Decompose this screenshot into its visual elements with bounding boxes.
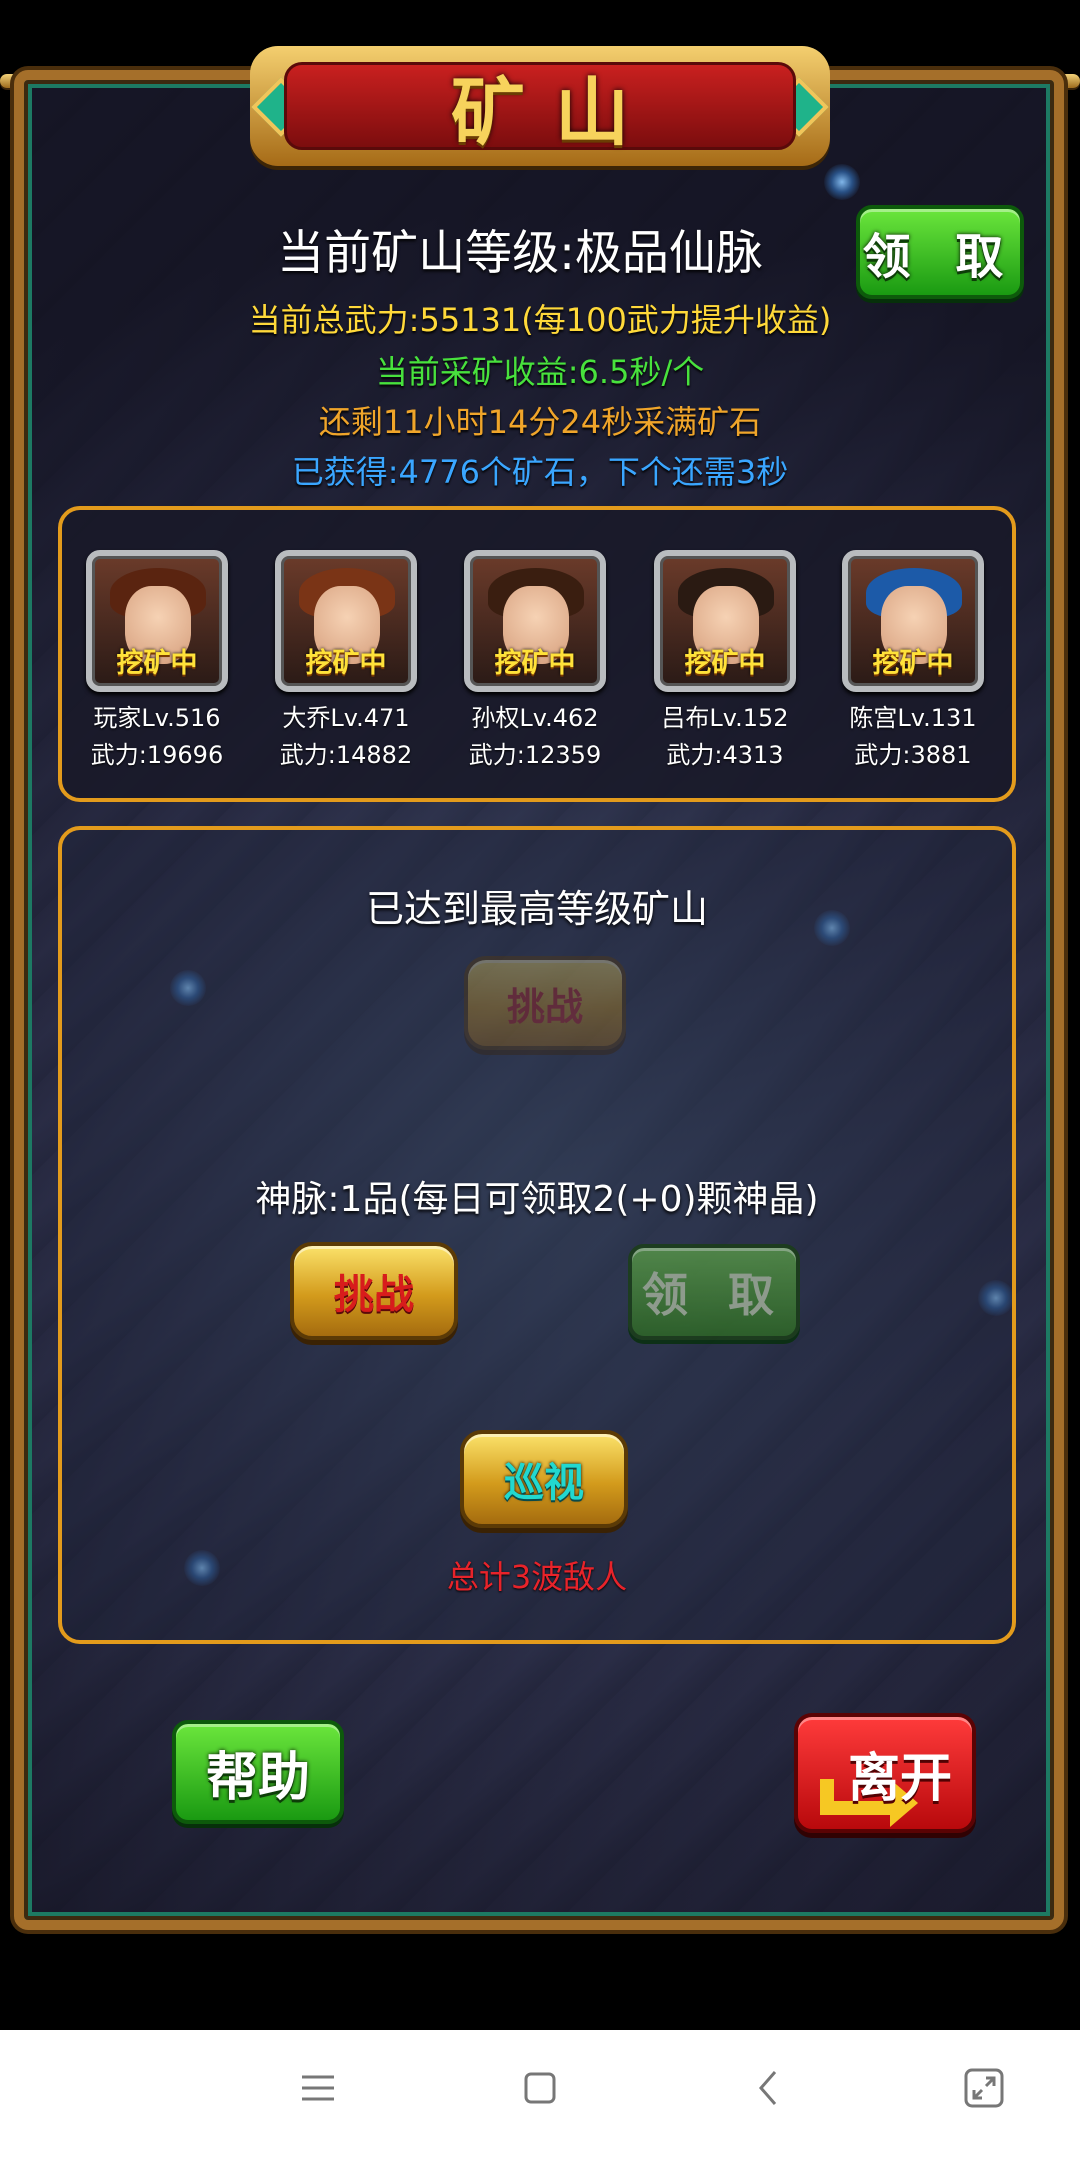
challenge-button[interactable]: 挑战 [290,1242,458,1340]
game-screen: 矿山 当前矿山等级:极品仙脉 领 取 当前总武力:55131(每100武力提升收… [0,0,1080,2030]
mining-income-text: 当前采矿收益:6.5秒/个 [375,353,705,391]
enemy-count-text: 总计3波敌人 [446,1558,628,1596]
challenge-button-disabled: 挑战 [464,956,626,1050]
hero-panel: 挖矿中 玩家Lv.516 武力:19696 挖矿中 大乔Lv.471 武力:14… [58,506,1016,802]
leave-label: 离开 [847,1748,952,1809]
hero-power: 武力:3881 [854,741,972,769]
claim-crystal-button-disabled: 领 取 [628,1244,800,1340]
rotate-icon[interactable] [954,2058,1014,2118]
hero-portrait[interactable]: 挖矿中 [275,550,417,692]
hero-portrait[interactable]: 挖矿中 [86,550,228,692]
hero-power: 武力:4313 [666,741,784,769]
hero-name: 大乔Lv.471 [282,704,410,732]
total-power-text: 当前总武力:55131(每100武力提升收益) [248,301,832,339]
mining-status-badge: 挖矿中 [116,648,198,679]
hero-portrait[interactable]: 挖矿中 [464,550,606,692]
hero-name: 吕布Lv.152 [661,704,789,732]
menu-icon[interactable] [288,2058,348,2118]
max-level-text: 已达到最高等级矿山 [365,887,708,931]
help-button[interactable]: 帮助 [172,1720,344,1824]
page-title: 矿山 [451,69,659,156]
hero-portrait[interactable]: 挖矿中 [842,550,984,692]
hero-power: 武力:19696 [90,741,224,769]
system-navigation-bar [0,2030,1080,2160]
hero-power: 武力:14882 [279,741,413,769]
hero-card[interactable]: 挖矿中 陈宫Lv.131 武力:3881 [838,550,988,770]
mining-status-badge: 挖矿中 [305,648,387,679]
crystal-glow-icon [824,164,860,200]
leave-button[interactable]: 离开 [794,1713,976,1833]
claim-button[interactable]: 领 取 [856,205,1024,299]
divine-vein-text: 神脉:1品(每日可领取2(+0)颗神晶) [255,1179,819,1220]
patrol-button[interactable]: 巡视 [460,1430,628,1528]
hero-card[interactable]: 挖矿中 大乔Lv.471 武力:14882 [271,550,421,770]
back-icon[interactable] [738,2058,798,2118]
hero-card[interactable]: 挖矿中 孙权Lv.462 武力:12359 [460,550,610,770]
mining-status-badge: 挖矿中 [684,648,766,679]
hero-portrait[interactable]: 挖矿中 [654,550,796,692]
hero-name: 孙权Lv.462 [471,704,599,732]
mine-panel: 已达到最高等级矿山 挑战 神脉:1品(每日可领取2(+0)颗神晶) 挑战 领 取… [58,826,1016,1644]
hero-card[interactable]: 挖矿中 吕布Lv.152 武力:4313 [650,550,800,770]
hero-name: 玩家Lv.516 [93,704,221,732]
hero-power: 武力:12359 [468,741,602,769]
mining-status-badge: 挖矿中 [872,648,954,679]
home-icon[interactable] [510,2058,570,2118]
obtained-ore-text: 已获得:4776个矿石，下个还需3秒 [291,453,789,491]
remaining-time-text: 还剩11小时14分24秒采满矿石 [318,403,762,441]
hero-card[interactable]: 挖矿中 玩家Lv.516 武力:19696 [82,550,232,770]
mining-status-badge: 挖矿中 [494,648,576,679]
hero-name: 陈宫Lv.131 [849,704,977,732]
title-plaque: 矿山 [250,46,830,166]
